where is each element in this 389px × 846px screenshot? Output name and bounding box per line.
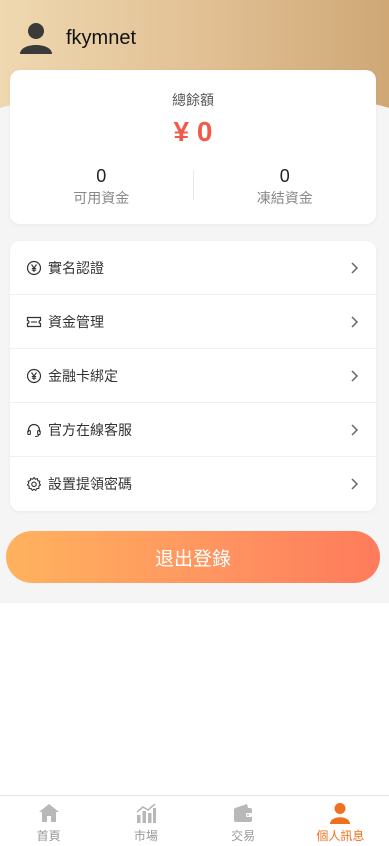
available-funds: 0 可用資金 [10, 166, 193, 210]
wallet-icon [234, 804, 253, 822]
username: fkymnet [66, 26, 137, 49]
chevron-right-icon [351, 478, 359, 490]
menu-item-funds[interactable]: 資金管理 [10, 295, 376, 349]
gear-icon [26, 476, 42, 491]
chevron-right-icon [351, 369, 359, 382]
yen-circle-icon [26, 368, 42, 383]
available-funds-value: 0 [96, 166, 107, 186]
tab-trade[interactable]: 交易 [195, 796, 292, 846]
yen-circle-icon [26, 260, 42, 275]
user-row: fkymnet [18, 18, 136, 58]
menu-item-label: 官方在線客服 [48, 422, 132, 439]
avatar-icon [20, 23, 52, 54]
available-funds-label: 可用資金 [73, 191, 130, 207]
tab-label: 首頁 [36, 829, 61, 843]
total-balance-title: 總餘額 [172, 93, 214, 109]
headset-icon [27, 423, 41, 437]
menu-card: 實名認證 資金管理 金融卡綁定 官方在線客服 設置提領密碼 [10, 241, 376, 511]
tab-market[interactable]: 市場 [97, 796, 194, 846]
menu-item-real-name[interactable]: 實名認證 [10, 241, 376, 295]
menu-item-label: 資金管理 [48, 314, 104, 331]
tab-label: 市場 [133, 829, 158, 843]
chevron-right-icon [351, 315, 359, 328]
frozen-funds: 0 凍結資金 [194, 166, 377, 210]
bottom-tab-bar: 首頁 市場 交易 個人訊息 [0, 795, 389, 846]
ticket-icon [26, 316, 42, 327]
person-icon [330, 803, 351, 824]
balance-card: 總餘額 ¥ 0 0 可用資金 0 凍結資金 [10, 70, 376, 224]
total-balance-amount: ¥ 0 [173, 116, 213, 147]
balance-split: 0 可用資金 0 凍結資金 [10, 166, 376, 210]
menu-item-label: 金融卡綁定 [48, 368, 118, 385]
menu-item-withdraw-password[interactable]: 設置提領密碼 [10, 457, 376, 511]
chevron-right-icon [351, 423, 359, 436]
tab-home[interactable]: 首頁 [0, 796, 97, 846]
frozen-funds-value: 0 [279, 166, 290, 186]
frozen-funds-label: 凍結資金 [256, 191, 313, 207]
menu-item-label: 實名認證 [48, 260, 104, 277]
tab-label: 交易 [231, 829, 256, 843]
chart-icon [136, 803, 156, 823]
tab-profile[interactable]: 個人訊息 [292, 796, 389, 846]
chevron-right-icon [351, 261, 359, 274]
menu-item-customer-service[interactable]: 官方在線客服 [10, 403, 376, 457]
logout-button[interactable]: 退出登錄 [6, 531, 380, 583]
tab-label: 個人訊息 [316, 829, 365, 843]
home-icon [38, 804, 59, 822]
menu-item-label: 設置提領密碼 [48, 477, 132, 493]
menu-item-bank-card[interactable]: 金融卡綁定 [10, 349, 376, 403]
